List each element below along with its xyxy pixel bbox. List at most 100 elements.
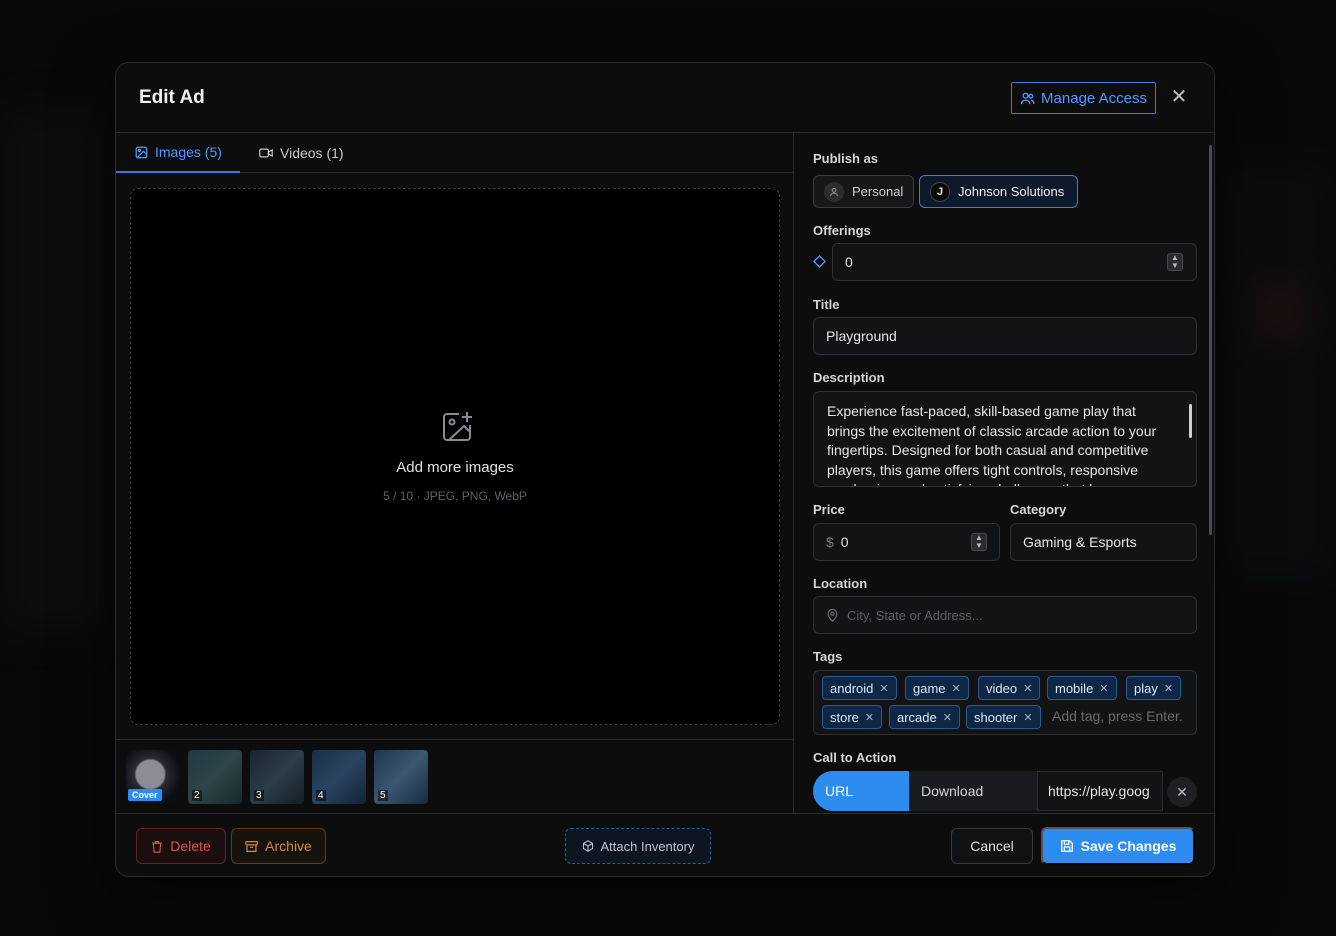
publish-personal-label: Personal <box>852 184 904 199</box>
remove-tag-icon[interactable]: ✕ <box>879 682 888 695</box>
thumbnail-5[interactable]: 5 <box>374 750 428 804</box>
thumbnail-number: 5 <box>378 790 388 801</box>
price-value: 0 <box>840 534 849 550</box>
users-icon <box>1020 92 1035 104</box>
description-label: Description <box>813 370 885 385</box>
price-stepper[interactable]: ▲ ▼ <box>971 533 987 551</box>
save-changes-label: Save Changes <box>1080 838 1177 854</box>
modal-header: Edit Ad Manage Access ✕ <box>116 63 1214 133</box>
tag-chip[interactable]: store ✕ <box>822 705 883 729</box>
manage-access-label: Manage Access <box>1041 89 1147 107</box>
title-label: Title <box>813 297 840 312</box>
tab-images[interactable]: Images (5) <box>116 133 240 173</box>
tab-videos[interactable]: Videos (1) <box>259 133 344 173</box>
trash-icon <box>152 840 163 853</box>
publish-as-label: Publish as <box>813 151 879 166</box>
modal-footer: Delete Archive Attach Inventory Cancel S… <box>116 813 1214 876</box>
avatar: J <box>930 181 950 202</box>
tag-chip[interactable]: shooter ✕ <box>966 705 1041 729</box>
cta-label: Call to Action <box>813 750 897 765</box>
image-plus-icon <box>443 412 472 441</box>
tag-text: android <box>830 680 874 696</box>
thumbnail-1[interactable]: Cover <box>126 750 180 804</box>
tag-text: shooter <box>974 709 1018 725</box>
save-icon <box>1060 840 1073 852</box>
location-input[interactable]: City, State or Address... <box>813 596 1197 634</box>
cancel-button[interactable]: Cancel <box>951 828 1033 864</box>
tag-text: arcade <box>897 709 937 725</box>
media-pane: Images (5) Videos (1) Add more images 5 … <box>116 133 794 813</box>
offerings-label: Offerings <box>813 223 871 238</box>
thumbnail-strip: Cover 2 3 4 5 <box>116 739 793 813</box>
category-select[interactable]: Gaming & Esports <box>1010 523 1197 561</box>
form-scrollbar[interactable] <box>1209 145 1212 535</box>
publish-personal-option[interactable]: Personal <box>813 175 914 208</box>
price-label: Price <box>813 502 845 517</box>
archive-button[interactable]: Archive <box>231 828 326 864</box>
dropzone-title: Add more images <box>396 459 514 476</box>
thumbnail-number: 2 <box>192 790 202 801</box>
description-scrollbar[interactable] <box>1189 404 1192 438</box>
title-input[interactable]: Playground <box>813 317 1197 355</box>
category-value: Gaming & Esports <box>1023 534 1137 550</box>
archive-label: Archive <box>265 838 312 854</box>
remove-tag-icon[interactable]: ✕ <box>1023 682 1032 695</box>
publish-johnson-option[interactable]: J Johnson Solutions <box>919 175 1078 208</box>
remove-tag-icon[interactable]: ✕ <box>1023 711 1032 724</box>
media-tabs: Images (5) Videos (1) <box>116 133 793 173</box>
tag-chip[interactable]: arcade ✕ <box>889 705 960 729</box>
offerings-value: 0 <box>845 254 853 270</box>
thumbnail-2[interactable]: 2 <box>188 750 242 804</box>
tag-chip[interactable]: mobile ✕ <box>1047 676 1117 700</box>
delete-button[interactable]: Delete <box>136 828 226 864</box>
description-textarea[interactable]: Experience fast-paced, skill-based game … <box>813 391 1197 487</box>
offerings-stepper[interactable]: ▲ ▼ <box>1167 253 1183 271</box>
cta-url-option[interactable]: URL <box>813 771 909 811</box>
remove-tag-icon[interactable]: ✕ <box>865 711 874 724</box>
image-icon <box>135 146 148 158</box>
tag-chip[interactable]: video ✕ <box>978 676 1041 700</box>
remove-tag-icon[interactable]: ✕ <box>952 682 961 695</box>
offerings-input[interactable]: 0 ▲ ▼ <box>832 243 1197 281</box>
tag-chip[interactable]: play ✕ <box>1126 676 1182 700</box>
diamond-icon <box>813 255 826 268</box>
cta-download-option[interactable]: Download <box>909 771 1037 811</box>
save-changes-button[interactable]: Save Changes <box>1041 827 1195 865</box>
description-value: Experience fast-paced, skill-based game … <box>827 403 1157 486</box>
cta-url-input[interactable]: https://play.goog <box>1037 771 1163 811</box>
location-placeholder: City, State or Address... <box>847 607 983 623</box>
tag-text: mobile <box>1055 680 1094 696</box>
modal-title: Edit Ad <box>139 87 205 108</box>
attach-inventory-button[interactable]: Attach Inventory <box>565 828 711 864</box>
edit-ad-modal: Edit Ad Manage Access ✕ Images (5) Video… <box>115 62 1215 877</box>
location-label: Location <box>813 576 868 591</box>
ad-form: Publish as Personal J Johnson Solutions … <box>795 133 1214 813</box>
tag-chip[interactable]: game ✕ <box>905 676 969 700</box>
remove-tag-icon[interactable]: ✕ <box>1099 682 1108 695</box>
clear-cta-icon[interactable]: ✕ <box>1167 777 1197 807</box>
video-icon <box>259 148 273 158</box>
publish-johnson-label: Johnson Solutions <box>958 184 1065 199</box>
tab-videos-label: Videos (1) <box>280 145 344 161</box>
delete-label: Delete <box>170 838 211 854</box>
tag-chip[interactable]: android ✕ <box>822 676 897 700</box>
close-icon[interactable]: ✕ <box>1169 87 1189 107</box>
price-input[interactable]: $ 0 ▲ ▼ <box>813 523 1000 561</box>
thumbnail-4[interactable]: 4 <box>312 750 366 804</box>
tags-label: Tags <box>813 649 843 664</box>
remove-tag-icon[interactable]: ✕ <box>943 711 952 724</box>
remove-tag-icon[interactable]: ✕ <box>1164 682 1173 695</box>
thumbnail-3[interactable]: 3 <box>250 750 304 804</box>
image-dropzone[interactable]: Add more images 5 / 10 · JPEG, PNG, WebP <box>130 188 780 725</box>
manage-access-button[interactable]: Manage Access <box>1011 82 1156 114</box>
tag-text: play <box>1134 680 1158 696</box>
map-pin-icon <box>827 608 838 622</box>
title-value: Playground <box>826 328 897 344</box>
cancel-label: Cancel <box>970 838 1014 854</box>
tag-text: store <box>830 709 859 725</box>
thumbnail-number: 3 <box>254 790 264 801</box>
tag-input-placeholder[interactable]: Add tag, press Enter. <box>1052 708 1183 724</box>
currency-symbol: $ <box>826 534 834 550</box>
thumbnail-number: 4 <box>316 790 326 801</box>
tags-input[interactable]: android ✕ game ✕ video ✕ mobile ✕ play ✕ stor… <box>813 670 1197 735</box>
